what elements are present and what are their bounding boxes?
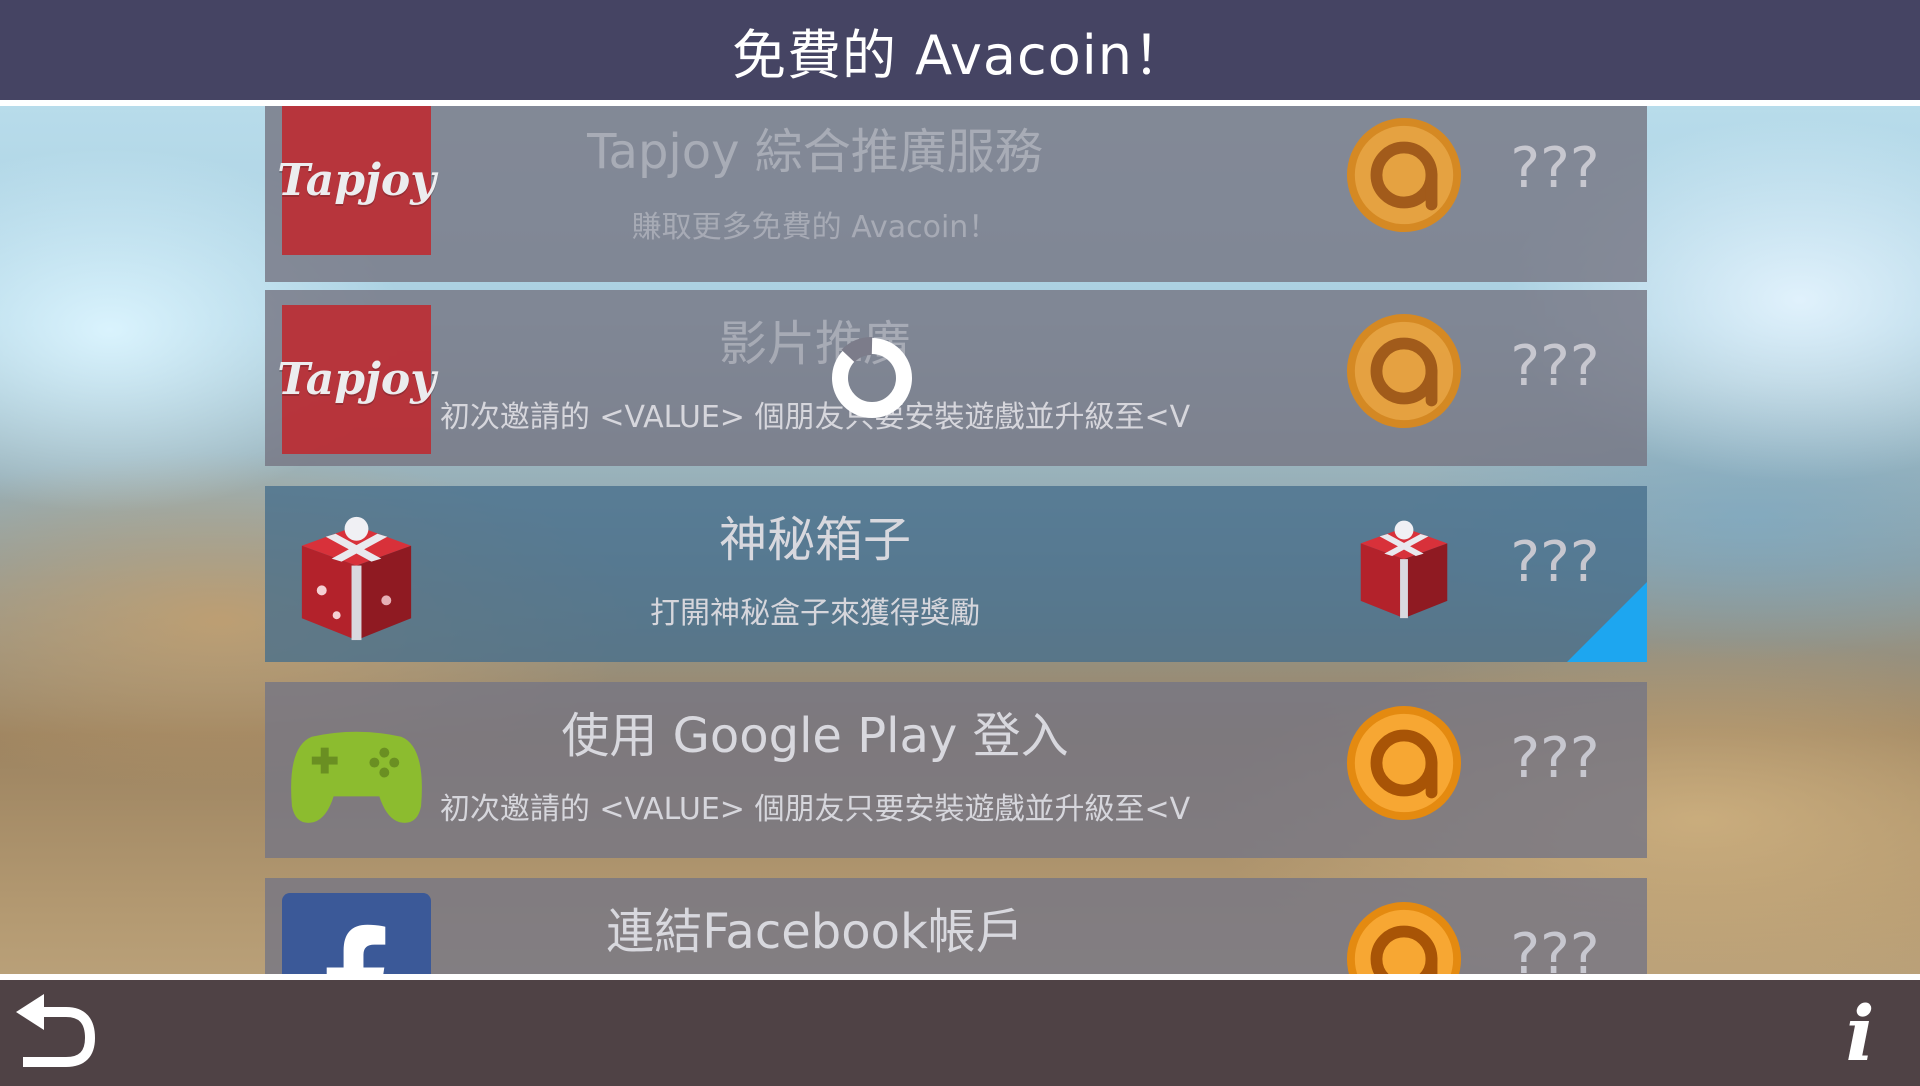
loading-spinner-icon	[832, 337, 912, 418]
bottom-bar: i	[0, 974, 1920, 1086]
mystery-gift-icon	[1360, 520, 1448, 619]
tapjoy-logo-text: Tapjoy	[277, 354, 436, 405]
reward-amount: ???	[1510, 726, 1600, 791]
tapjoy-logo: Tapjoy	[277, 305, 436, 454]
avacoin-icon	[1346, 901, 1462, 976]
offer-title: 神秘箱子	[718, 512, 911, 568]
facebook-icon	[282, 893, 431, 976]
offer-row-google-play[interactable]: 使用 Google Play 登入 初次邀請的 <VALUE> 個朋友只要安裝遊…	[265, 682, 1647, 858]
mystery-gift-icon	[301, 516, 412, 641]
offer-title: 連結Facebook帳戶	[606, 904, 1024, 960]
avacoin-icon	[1346, 313, 1462, 429]
offer-subtitle: 打開神秘盒子來獲得獎勵	[650, 596, 980, 631]
tapjoy-logo-text: Tapjoy	[277, 155, 436, 206]
offer-row-tapjoy[interactable]: Tapjoy Tapjoy 綜合推廣服務 賺取更多免費的 Avacoin！ ??…	[265, 106, 1647, 282]
offer-list[interactable]: Tapjoy Tapjoy 綜合推廣服務 賺取更多免費的 Avacoin！ ??…	[265, 106, 1647, 976]
offer-row-facebook[interactable]: 連結Facebook帳戶 ???	[265, 878, 1647, 976]
offer-title: 影片推廣	[718, 316, 911, 372]
selected-corner-flag	[1567, 582, 1647, 662]
offer-row-mystery-box[interactable]: 神秘箱子 打開神秘盒子來獲得獎勵 ???	[265, 486, 1647, 662]
offer-row-video[interactable]: Tapjoy 影片推廣 初次邀請的 <VALUE> 個朋友只要安裝遊戲並升級至<…	[265, 290, 1647, 466]
offer-title: 使用 Google Play 登入	[561, 708, 1069, 764]
avacoin-icon	[1346, 117, 1462, 233]
avacoin-icon	[1346, 705, 1462, 821]
tapjoy-logo: Tapjoy	[277, 106, 436, 255]
back-arrow-icon[interactable]	[14, 994, 98, 1070]
reward-amount: ???	[1510, 922, 1600, 976]
info-button[interactable]: i	[1820, 992, 1900, 1076]
offer-subtitle: 賺取更多免費的 Avacoin！	[631, 210, 999, 245]
offer-subtitle: 初次邀請的 <VALUE> 個朋友只要安裝遊戲並升級至<V	[439, 400, 1191, 435]
gamepad-icon	[291, 731, 422, 823]
page-title: 免費的 Avacoin！	[732, 23, 1188, 87]
offer-title: Tapjoy 綜合推廣服務	[587, 124, 1043, 180]
reward-amount: ???	[1510, 136, 1600, 201]
offer-subtitle: 初次邀請的 <VALUE> 個朋友只要安裝遊戲並升級至<V	[439, 792, 1191, 827]
top-header-bar: 免費的 Avacoin！	[0, 0, 1920, 106]
reward-amount: ???	[1510, 334, 1600, 399]
